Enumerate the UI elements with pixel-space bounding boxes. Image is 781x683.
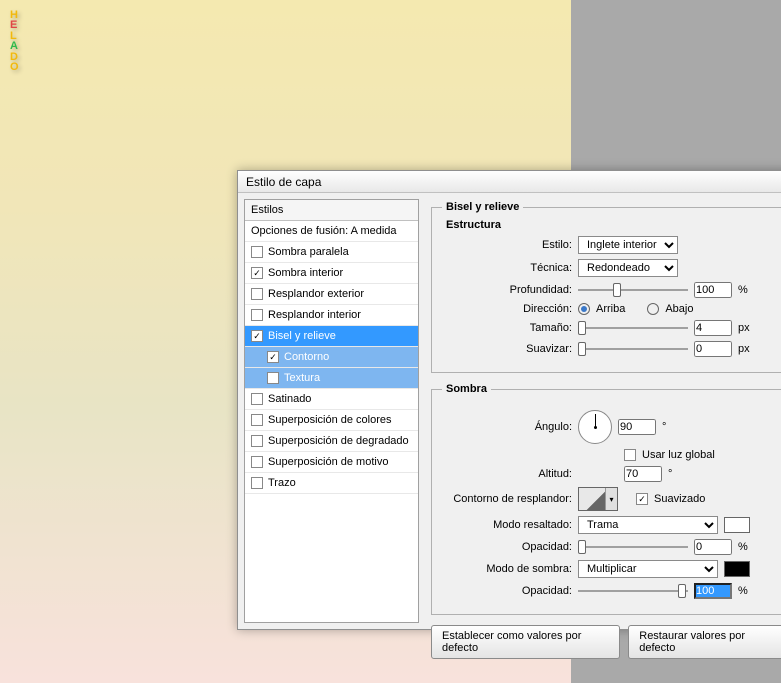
sidebar-item-label: Sombra paralela xyxy=(268,246,349,258)
altitude-input[interactable] xyxy=(624,466,662,482)
size-label: Tamaño: xyxy=(442,322,572,334)
bevel-fieldset: Bisel y relieve Estructura Estilo: Ingle… xyxy=(431,201,781,373)
canvas-letter: L xyxy=(10,31,210,41)
depth-input[interactable] xyxy=(694,282,732,298)
angle-wheel[interactable] xyxy=(578,410,612,444)
checkbox-icon[interactable] xyxy=(251,309,263,321)
sidebar-item[interactable]: Superposición de motivo xyxy=(245,452,418,473)
checkbox-icon[interactable] xyxy=(251,267,263,279)
sidebar-item-label: Satinado xyxy=(268,393,311,405)
sidebar-item-label: Superposición de motivo xyxy=(268,456,388,468)
size-slider[interactable] xyxy=(578,320,688,336)
sidebar-header: Estilos xyxy=(245,200,418,221)
style-select[interactable]: Inglete interior xyxy=(578,236,678,254)
sidebar-item[interactable]: Superposición de degradado xyxy=(245,431,418,452)
checkbox-icon[interactable] xyxy=(251,246,263,258)
highlight-color-swatch[interactable] xyxy=(724,517,750,533)
sidebar-item-label: Superposición de degradado xyxy=(268,435,409,447)
depth-label: Profundidad: xyxy=(442,284,572,296)
checkbox-icon[interactable] xyxy=(251,414,263,426)
layer-style-dialog: Estilo de capa Estilos Opciones de fusió… xyxy=(237,170,781,630)
shadow-mode-label: Modo de sombra: xyxy=(442,563,572,575)
sidebar-item-label: Superposición de colores xyxy=(268,414,392,426)
soften-slider[interactable] xyxy=(578,341,688,357)
shadow-legend: Sombra xyxy=(442,383,491,395)
use-global-light-checkbox[interactable] xyxy=(624,449,636,461)
highlight-mode-select[interactable]: Trama xyxy=(578,516,718,534)
canvas-letter: E xyxy=(10,20,210,30)
checkbox-icon[interactable] xyxy=(251,393,263,405)
canvas-text-preview: HELADO xyxy=(10,10,210,73)
sidebar-item-label: Bisel y relieve xyxy=(268,330,336,342)
highlight-mode-label: Modo resaltado: xyxy=(442,519,572,531)
sidebar-item[interactable]: Contorno xyxy=(245,347,418,368)
direction-label: Dirección: xyxy=(442,303,572,315)
sidebar-item[interactable]: Sombra interior xyxy=(245,263,418,284)
make-default-button[interactable]: Establecer como valores por defecto xyxy=(431,625,620,659)
soften-input[interactable] xyxy=(694,341,732,357)
sidebar-item[interactable]: Superposición de colores xyxy=(245,410,418,431)
size-input[interactable] xyxy=(694,320,732,336)
canvas-letter: A xyxy=(10,41,210,51)
blend-options-row[interactable]: Opciones de fusión: A medida xyxy=(245,221,418,242)
gloss-contour-label: Contorno de resplandor: xyxy=(442,493,572,505)
highlight-opacity-slider[interactable] xyxy=(578,539,688,555)
checkbox-icon[interactable] xyxy=(251,456,263,468)
shadow-opacity-label: Opacidad: xyxy=(442,585,572,597)
checkbox-icon[interactable] xyxy=(251,435,263,447)
sidebar-item-label: Sombra interior xyxy=(268,267,343,279)
shadow-opacity-slider[interactable] xyxy=(578,583,688,599)
technique-select[interactable]: Redondeado xyxy=(578,259,678,277)
canvas-letter: D xyxy=(10,52,210,62)
reset-default-button[interactable]: Restaurar valores por defecto xyxy=(628,625,781,659)
style-label: Estilo: xyxy=(442,239,572,251)
technique-label: Técnica: xyxy=(442,262,572,274)
direction-down-radio[interactable] xyxy=(647,303,659,315)
canvas-letter: H xyxy=(10,10,210,20)
soften-label: Suavizar: xyxy=(442,343,572,355)
shadow-color-swatch[interactable] xyxy=(724,561,750,577)
sidebar-item-label: Trazo xyxy=(268,477,296,489)
direction-up-radio[interactable] xyxy=(578,303,590,315)
panel-content: Bisel y relieve Estructura Estilo: Ingle… xyxy=(419,193,781,629)
sidebar-item[interactable]: Trazo xyxy=(245,473,418,494)
sidebar-item[interactable]: Textura xyxy=(245,368,418,389)
checkbox-icon[interactable] xyxy=(251,288,263,300)
sidebar-item-label: Textura xyxy=(284,372,320,384)
styles-sidebar: Estilos Opciones de fusión: A medida Som… xyxy=(244,199,419,623)
dialog-title: Estilo de capa xyxy=(238,171,781,193)
checkbox-icon[interactable] xyxy=(267,372,279,384)
checkbox-icon[interactable] xyxy=(251,477,263,489)
shadow-opacity-input[interactable] xyxy=(694,583,732,599)
shadow-mode-select[interactable]: Multiplicar xyxy=(578,560,718,578)
structure-legend: Estructura xyxy=(446,219,775,231)
sidebar-item-label: Contorno xyxy=(284,351,329,363)
angle-input[interactable] xyxy=(618,419,656,435)
highlight-opacity-input[interactable] xyxy=(694,539,732,555)
sidebar-item[interactable]: Resplandor exterior xyxy=(245,284,418,305)
chevron-down-icon: ▾ xyxy=(605,488,617,510)
checkbox-icon[interactable] xyxy=(251,330,263,342)
shadow-fieldset: Sombra Ángulo: ° Usar luz global Altitud… xyxy=(431,383,781,615)
angle-label: Ángulo: xyxy=(442,421,572,433)
altitude-label: Altitud: xyxy=(442,468,572,480)
sidebar-item[interactable]: Sombra paralela xyxy=(245,242,418,263)
gloss-contour-picker[interactable]: ▾ xyxy=(578,487,618,511)
anti-alias-checkbox[interactable] xyxy=(636,493,648,505)
checkbox-icon[interactable] xyxy=(267,351,279,363)
sidebar-item[interactable]: Bisel y relieve xyxy=(245,326,418,347)
sidebar-item[interactable]: Resplandor interior xyxy=(245,305,418,326)
sidebar-item[interactable]: Satinado xyxy=(245,389,418,410)
depth-slider[interactable] xyxy=(578,282,688,298)
sidebar-item-label: Resplandor exterior xyxy=(268,288,364,300)
canvas-letter: O xyxy=(10,62,210,72)
highlight-opacity-label: Opacidad: xyxy=(442,541,572,553)
panel-title: Bisel y relieve xyxy=(442,201,523,213)
sidebar-item-label: Resplandor interior xyxy=(268,309,361,321)
